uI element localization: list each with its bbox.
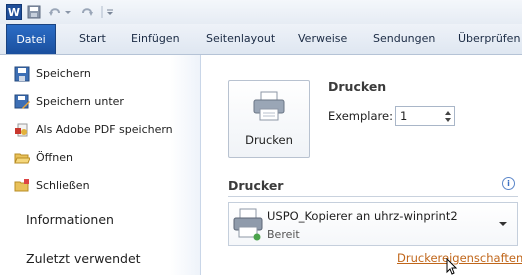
customize-qat-icon[interactable] (106, 4, 114, 20)
quick-access-toolbar: W (0, 0, 522, 24)
open-folder-icon (14, 153, 30, 164)
printer-dropdown[interactable]: USPO_Kopierer an uhrz-winprint2 Bereit (228, 202, 518, 246)
tab-datei[interactable]: Datei (6, 24, 56, 54)
tab-sendungen[interactable]: Sendungen (373, 24, 435, 54)
undo-dropdown-icon[interactable] (64, 4, 72, 20)
print-heading: Drucken (328, 79, 387, 94)
tab-start[interactable]: Start (79, 24, 106, 54)
print-button-label: Drucken (245, 133, 293, 147)
stepper-down-icon[interactable] (445, 118, 451, 122)
nav-item-label: Als Adobe PDF speichern (36, 123, 173, 136)
nav-item-label: Speichern unter (36, 95, 124, 108)
tab-ueberpruefen[interactable]: Überprüfen (458, 24, 520, 54)
tab-verweise[interactable]: Verweise (298, 24, 347, 54)
undo-icon[interactable] (48, 4, 62, 20)
mouse-cursor-icon (446, 258, 458, 275)
info-icon[interactable]: i (502, 177, 515, 190)
section-divider (228, 196, 518, 197)
printer-properties-link[interactable]: Druckereigenschaften (397, 251, 522, 265)
word-app-icon[interactable]: W (6, 4, 22, 20)
copies-value: 1 (400, 109, 408, 123)
backstage-nav: Speichern Speichern unter Als Adobe PDF … (0, 55, 201, 275)
nav-zuletzt-verwendet[interactable]: Zuletzt verwendet (26, 251, 141, 266)
printer-device-icon (233, 208, 263, 241)
stepper-up-icon[interactable] (445, 111, 451, 115)
close-folder-icon (14, 179, 29, 192)
print-button[interactable]: Drucken (228, 80, 310, 158)
pdf-icon (15, 123, 28, 137)
nav-informationen[interactable]: Informationen (26, 212, 114, 227)
printer-name: USPO_Kopierer an uhrz-winprint2 (267, 209, 458, 223)
chevron-down-icon (499, 222, 507, 226)
tab-einfuegen[interactable]: Einfügen (131, 24, 180, 54)
toolbar-separator (101, 6, 103, 18)
nav-item-label: Speichern (36, 67, 91, 80)
save-icon (14, 66, 30, 82)
copies-label: Exemplare: (328, 109, 393, 123)
save-as-icon (14, 94, 30, 109)
save-icon[interactable] (27, 4, 41, 20)
printer-heading: Drucker (228, 178, 284, 193)
ribbon-tabs: Datei Start Einfügen Seitenlayout Verwei… (0, 24, 522, 55)
copies-stepper[interactable]: 1 (395, 106, 455, 126)
nav-item-label: Schließen (36, 179, 90, 192)
nav-item-label: Öffnen (36, 151, 73, 164)
printer-status: Bereit (267, 228, 300, 241)
tab-seitenlayout[interactable]: Seitenlayout (206, 24, 275, 54)
printer-icon (253, 91, 285, 121)
redo-icon[interactable] (80, 4, 94, 20)
